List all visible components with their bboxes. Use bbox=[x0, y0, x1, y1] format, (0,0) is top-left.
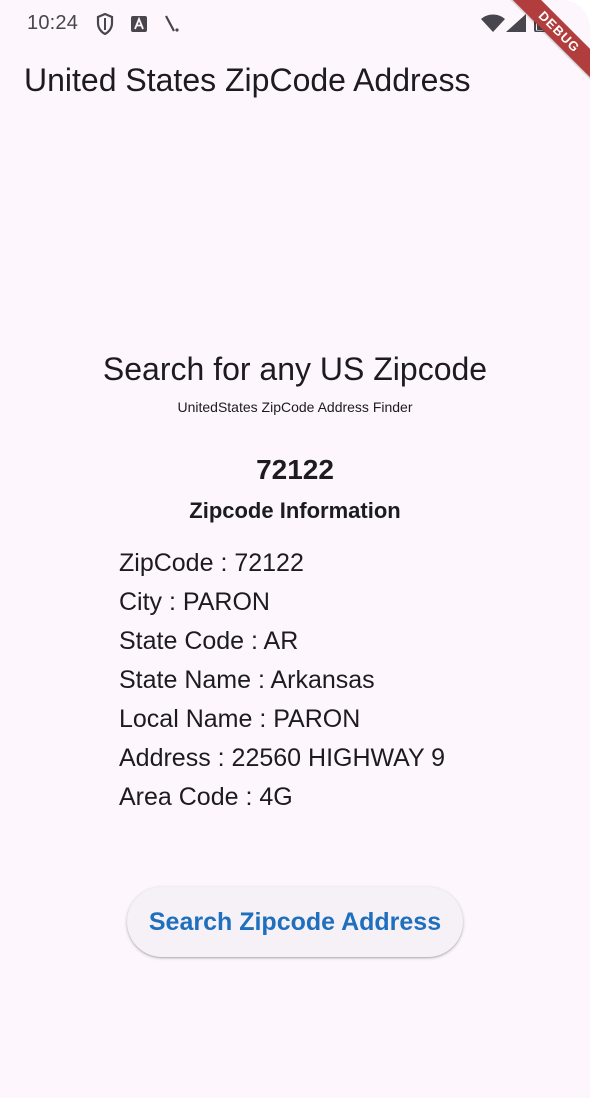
info-zipcode: ZipCode : 72122 bbox=[119, 549, 304, 577]
zipcode-info-list: ZipCode : 72122 City : PARON State Code … bbox=[119, 544, 445, 817]
info-address: Address : 22560 HIGHWAY 9 bbox=[119, 744, 446, 772]
zipcode-value: 72122 bbox=[256, 454, 334, 485]
info-area-code: Area Code : 4G bbox=[119, 783, 293, 811]
info-state-code: State Code : AR bbox=[119, 627, 299, 655]
status-time: 10:24 bbox=[27, 12, 79, 34]
wifi-icon bbox=[481, 14, 505, 32]
app-screen: 10:24 DEBUG United States ZipCode Addres… bbox=[0, 0, 590, 1098]
cell-signal-icon bbox=[506, 14, 526, 32]
signal-slash-icon bbox=[165, 15, 179, 32]
font-a-icon bbox=[131, 16, 147, 32]
shield-icon bbox=[96, 13, 114, 35]
info-local-name: Local Name : PARON bbox=[119, 705, 361, 733]
page-subheadline: UnitedStates ZipCode Address Finder bbox=[177, 399, 413, 415]
debug-banner: DEBUG bbox=[505, 0, 590, 86]
page-headline: Search for any US Zipcode bbox=[102, 351, 488, 387]
info-city: City : PARON bbox=[119, 588, 270, 616]
app-bar-title: United States ZipCode Address bbox=[24, 62, 471, 98]
zipcode-info-heading: Zipcode Information bbox=[189, 498, 401, 523]
search-zipcode-button[interactable]: Search Zipcode Address bbox=[127, 887, 463, 957]
info-state-name: State Name : Arkansas bbox=[119, 666, 375, 694]
status-bar: 10:24 DEBUG bbox=[0, 0, 590, 86]
